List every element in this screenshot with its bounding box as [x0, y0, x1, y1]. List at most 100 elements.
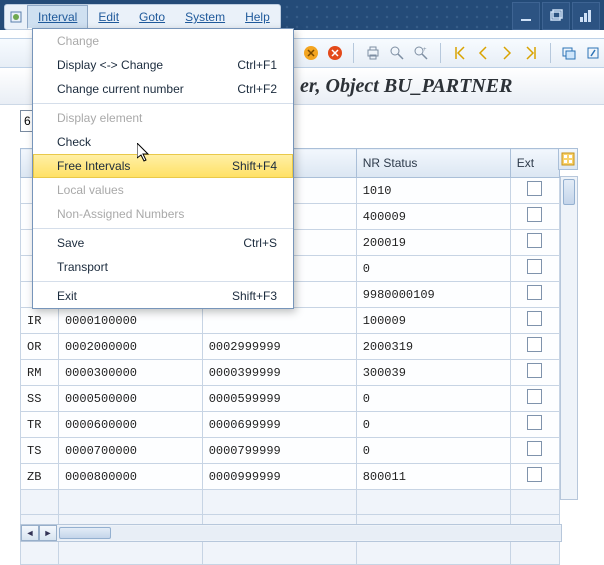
- cell-status: 0: [356, 256, 510, 282]
- prev-page-icon[interactable]: [472, 42, 494, 64]
- hscroll-thumb[interactable]: [59, 527, 111, 539]
- minimize-button[interactable]: [512, 2, 540, 30]
- cell-code: TS: [21, 438, 59, 464]
- table-row[interactable]: TR000060000000006999990: [21, 412, 560, 438]
- menu-item-exit[interactable]: ExitShift+F3: [33, 284, 293, 308]
- menu-item-check[interactable]: Check: [33, 130, 293, 154]
- menu-item-save[interactable]: SaveCtrl+S: [33, 231, 293, 255]
- table-row-empty: [21, 490, 560, 515]
- menu-edit[interactable]: Edit: [88, 6, 129, 28]
- cell-ext[interactable]: [510, 282, 559, 308]
- checkbox-icon[interactable]: [527, 285, 542, 300]
- table-config-icon[interactable]: [558, 148, 578, 170]
- restore-button[interactable]: [542, 2, 570, 30]
- horizontal-scrollbar[interactable]: ◄ ►: [20, 524, 562, 542]
- menu-item-change: Change: [33, 29, 293, 53]
- cell-status: 100009: [356, 308, 510, 334]
- checkbox-icon[interactable]: [527, 233, 542, 248]
- table-row[interactable]: ZB00008000000000999999800011: [21, 464, 560, 490]
- cell-ext[interactable]: [510, 412, 559, 438]
- cell-code: SS: [21, 386, 59, 412]
- svg-text:+: +: [423, 47, 427, 53]
- cell-from: 0000800000: [58, 464, 202, 490]
- checkbox-icon[interactable]: [527, 207, 542, 222]
- cell-ext[interactable]: [510, 334, 559, 360]
- cell-ext[interactable]: [510, 230, 559, 256]
- cell-to: 0000799999: [202, 438, 356, 464]
- cell-ext[interactable]: [510, 360, 559, 386]
- cell-code: IR: [21, 308, 59, 334]
- menu-bar[interactable]: Interval Edit Goto System Help: [4, 4, 281, 30]
- menu-item-change-current-number[interactable]: Change current numberCtrl+F2: [33, 77, 293, 101]
- cell-from: 0000100000: [58, 308, 202, 334]
- cell-status: 800011: [356, 464, 510, 490]
- new-session-icon[interactable]: [559, 42, 581, 64]
- scroll-right-icon[interactable]: ►: [39, 525, 57, 541]
- first-page-icon[interactable]: [449, 42, 471, 64]
- cell-code: RM: [21, 360, 59, 386]
- cell-ext[interactable]: [510, 386, 559, 412]
- cell-code: TR: [21, 412, 59, 438]
- menu-item-free-intervals[interactable]: Free IntervalsShift+F4: [33, 154, 293, 178]
- cell-status: 400009: [356, 204, 510, 230]
- table-row[interactable]: TS000070000000007999990: [21, 438, 560, 464]
- menu-item-display-element: Display element: [33, 106, 293, 130]
- cell-ext[interactable]: [510, 464, 559, 490]
- checkbox-icon[interactable]: [527, 311, 542, 326]
- cell-ext[interactable]: [510, 204, 559, 230]
- menu-interval[interactable]: Interval: [27, 5, 88, 29]
- cursor-icon: [137, 143, 152, 163]
- checkbox-icon[interactable]: [527, 259, 542, 274]
- col-ext[interactable]: Ext: [510, 149, 559, 178]
- cell-ext[interactable]: [510, 308, 559, 334]
- last-page-icon[interactable]: [520, 42, 542, 64]
- command-field-icon[interactable]: [5, 10, 27, 24]
- cell-status: 0: [356, 412, 510, 438]
- table-row[interactable]: RM00003000000000399999300039: [21, 360, 560, 386]
- checkbox-icon[interactable]: [527, 181, 542, 196]
- vertical-scrollbar[interactable]: [560, 176, 578, 500]
- table-row[interactable]: OR000200000000029999992000319: [21, 334, 560, 360]
- table-row[interactable]: IR0000100000 100009: [21, 308, 560, 334]
- checkbox-icon[interactable]: [527, 441, 542, 456]
- checkbox-icon[interactable]: [527, 363, 542, 378]
- checkbox-icon[interactable]: [527, 389, 542, 404]
- cell-to: 0000699999: [202, 412, 356, 438]
- create-shortcut-icon[interactable]: [582, 42, 604, 64]
- cell-ext[interactable]: [510, 256, 559, 282]
- checkbox-icon[interactable]: [527, 415, 542, 430]
- menu-goto[interactable]: Goto: [129, 6, 175, 28]
- cell-status: 200019: [356, 230, 510, 256]
- menu-item-transport[interactable]: Transport: [33, 255, 293, 279]
- cell-to: 0000599999: [202, 386, 356, 412]
- cell-to: 0000399999: [202, 360, 356, 386]
- cell-status: 0: [356, 438, 510, 464]
- checkbox-icon[interactable]: [527, 467, 542, 482]
- exit-icon[interactable]: [300, 42, 322, 64]
- menu-item-local-values: Local values: [33, 178, 293, 202]
- menu-item-display-change[interactable]: Display <-> ChangeCtrl+F1: [33, 53, 293, 77]
- menu-help[interactable]: Help: [235, 6, 280, 28]
- cell-code: ZB: [21, 464, 59, 490]
- next-page-icon[interactable]: [496, 42, 518, 64]
- cell-status: 1010: [356, 178, 510, 204]
- cell-from: 0002000000: [58, 334, 202, 360]
- print-icon[interactable]: [362, 42, 384, 64]
- cell-from: 0000300000: [58, 360, 202, 386]
- find-next-icon[interactable]: +: [410, 42, 432, 64]
- cell-ext[interactable]: [510, 438, 559, 464]
- cell-from: 0000600000: [58, 412, 202, 438]
- find-icon[interactable]: [386, 42, 408, 64]
- table-row[interactable]: SS000050000000005999990: [21, 386, 560, 412]
- cancel-icon[interactable]: [324, 42, 346, 64]
- cell-status: 2000319: [356, 334, 510, 360]
- scroll-left-icon[interactable]: ◄: [21, 525, 39, 541]
- checkbox-icon[interactable]: [527, 337, 542, 352]
- menu-system[interactable]: System: [175, 6, 235, 28]
- col-nr-status[interactable]: NR Status: [356, 149, 510, 178]
- chart-button[interactable]: [572, 2, 600, 30]
- interval-dropdown[interactable]: Change Display <-> ChangeCtrl+F1 Change …: [32, 28, 294, 309]
- scroll-thumb[interactable]: [563, 179, 575, 205]
- cell-ext[interactable]: [510, 178, 559, 204]
- cell-status: 0: [356, 386, 510, 412]
